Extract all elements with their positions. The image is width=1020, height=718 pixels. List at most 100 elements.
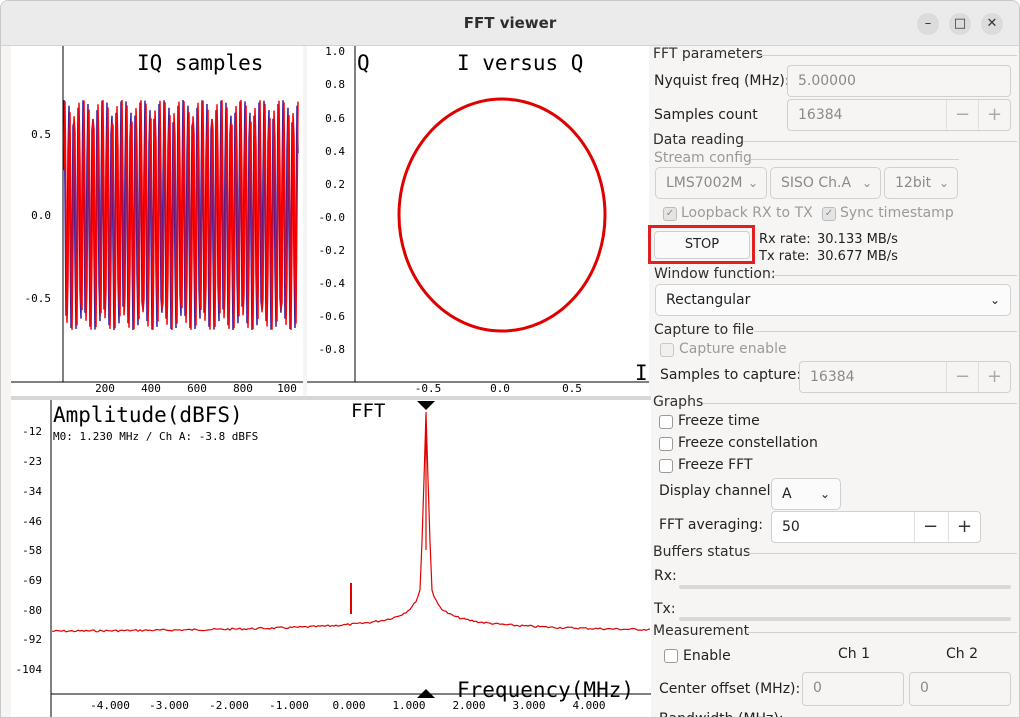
freeze-constellation-label: Freeze constellation — [678, 435, 818, 451]
loopback-label: Loopback RX to TX — [681, 205, 813, 221]
fft-ylabel: Amplitude(dBFS) — [53, 403, 243, 427]
constellation-svg: Q I versus Q I 1.0 0.8 0.6 0.4 0.2 -0.0 … — [307, 46, 649, 395]
fft-title: FFT — [351, 400, 385, 422]
maximize-icon[interactable]: □ — [949, 13, 971, 35]
chevron-down-icon: ⌄ — [861, 176, 872, 190]
freeze-fft-label: Freeze FFT — [678, 457, 753, 473]
const-x-tick: -0.5 — [415, 382, 442, 395]
freeze-time-label: Freeze time — [678, 413, 760, 429]
group-divider — [759, 55, 1017, 56]
channel-select[interactable]: SISO Ch.A ⌄ — [770, 167, 881, 199]
ch2-header: Ch 2 — [946, 646, 979, 662]
const-y-tick: 0.2 — [325, 178, 345, 191]
const-y-tick: -0.2 — [319, 244, 346, 257]
device-select[interactable]: LMS7002M ⌄ — [655, 167, 767, 199]
sync-timestamp-checkbox[interactable]: ✓ — [822, 207, 836, 221]
const-y-tick: -0.6 — [319, 310, 346, 323]
capture-enable-checkbox[interactable] — [660, 343, 674, 357]
samples-to-capture-value: 16384 — [810, 369, 855, 385]
tx-rate-label: Tx rate: — [759, 249, 810, 264]
capture-increment-button[interactable]: + — [978, 362, 1010, 394]
display-channel-value: A — [782, 486, 792, 502]
i-versus-q-plot[interactable]: Q I versus Q I 1.0 0.8 0.6 0.4 0.2 -0.0 … — [307, 46, 649, 396]
fft-averaging-value: 50 — [782, 519, 800, 535]
minimize-icon[interactable]: – — [917, 13, 939, 35]
fft-averaging-field[interactable]: 50 − + — [771, 511, 981, 544]
nyquist-freq-field[interactable]: 5.00000 — [787, 65, 1011, 97]
ch2-center-offset-field[interactable]: 0 — [909, 672, 1011, 706]
group-divider — [751, 159, 959, 160]
buffers-status-group: Buffers status — [653, 544, 751, 560]
fft-x-tick: 4.000 — [572, 699, 605, 712]
group-divider — [773, 275, 1017, 276]
iq-samples-svg: IQ samples 0.5 0.0 -0.5 200 400 600 800 … — [11, 46, 303, 395]
fft-y-tick: -12 — [22, 425, 42, 438]
marker-readout: M0: 1.230 MHz / Ch A: -3.8 dBFS — [53, 430, 258, 443]
display-channel-label: Display channel: — [659, 483, 776, 499]
close-icon[interactable]: ✕ — [981, 13, 1003, 35]
const-x-tick: 0.0 — [490, 382, 510, 395]
data-reading-group: Data reading — [653, 132, 745, 148]
rx-buffer-bar — [679, 585, 1011, 589]
format-select[interactable]: 12bit ⌄ — [884, 167, 958, 199]
samples-to-capture-label: Samples to capture: — [660, 367, 802, 383]
measurement-enable-checkbox[interactable] — [664, 649, 678, 663]
chevron-down-icon: ⌄ — [819, 487, 830, 501]
iq-x-tick: 800 — [233, 382, 253, 395]
capture-decrement-button[interactable]: − — [946, 362, 978, 394]
iq-y-tick: 0.5 — [31, 128, 51, 141]
freeze-constellation-checkbox[interactable] — [659, 437, 673, 451]
const-y-tick: 0.4 — [325, 145, 345, 158]
iq-x-tick: 400 — [141, 382, 161, 395]
fft-x-tick: -2.000 — [209, 699, 249, 712]
const-y-tick: -0.8 — [319, 343, 346, 356]
fft-y-tick: -80 — [22, 604, 42, 617]
iq-x-tick: 600 — [187, 382, 207, 395]
fft-plot[interactable]: Amplitude(dBFS) FFT M0: 1.230 MHz / Ch A… — [11, 400, 651, 717]
format-value: 12bit — [895, 175, 932, 191]
tx-buffer-label: Tx: — [654, 601, 676, 617]
samples-increment-button[interactable]: + — [978, 100, 1010, 132]
samples-decrement-button[interactable]: − — [946, 100, 978, 132]
averaging-decrement-button[interactable]: − — [914, 512, 946, 544]
loopback-checkbox[interactable]: ✓ — [663, 207, 677, 221]
window-function-group: Window function: — [654, 266, 776, 282]
measurement-group: Measurement — [653, 623, 750, 639]
marker-top-icon[interactable] — [417, 401, 435, 410]
group-divider — [743, 141, 1017, 142]
sync-timestamp-label: Sync timestamp — [840, 205, 954, 221]
samples-count-field[interactable]: 16384 − + — [787, 99, 1011, 132]
iq-x-tick: 200 — [95, 382, 115, 395]
fft-x-tick: 0.000 — [332, 699, 365, 712]
group-divider — [703, 403, 1017, 404]
fft-x-tick: 2.000 — [452, 699, 485, 712]
bandwidth-label: Bandwidth (MHz): — [659, 706, 784, 717]
const-y-tick: 0.6 — [325, 112, 345, 125]
window-function-select[interactable]: Rectangular ⌄ — [655, 284, 1011, 316]
freeze-time-checkbox[interactable] — [659, 415, 673, 429]
fft-x-tick: 1.000 — [392, 699, 425, 712]
samples-to-capture-field[interactable]: 16384 − + — [799, 361, 1011, 394]
const-x-tick: 0.5 — [562, 382, 582, 395]
fft-y-tick: -23 — [22, 455, 42, 468]
freeze-fft-checkbox[interactable] — [659, 459, 673, 473]
group-divider — [754, 331, 1017, 332]
fft-y-tick: -104 — [16, 663, 43, 676]
const-y-tick: -0.4 — [319, 277, 346, 290]
graphs-group: Graphs — [653, 394, 704, 410]
stop-button[interactable]: STOP — [654, 231, 750, 259]
fft-y-tick: -34 — [22, 485, 42, 498]
const-x-label: I — [635, 361, 648, 385]
ch1-center-offset-field[interactable]: 0 — [802, 672, 904, 706]
fft-x-tick: 3.000 — [512, 699, 545, 712]
display-channel-select[interactable]: A ⌄ — [771, 478, 841, 510]
iq-y-tick: -0.5 — [25, 292, 52, 305]
const-y-tick: 0.8 — [325, 78, 345, 91]
averaging-increment-button[interactable]: + — [948, 512, 980, 544]
chevron-down-icon: ⌄ — [989, 293, 1000, 307]
iq-samples-plot[interactable]: IQ samples 0.5 0.0 -0.5 200 400 600 800 … — [11, 46, 303, 396]
fft-y-tick: -92 — [22, 633, 42, 646]
tx-rate-value: 30.677 MB/s — [817, 249, 898, 264]
title-bar[interactable]: FFT viewer – □ ✕ — [1, 1, 1019, 46]
samples-count-value: 16384 — [798, 107, 843, 123]
